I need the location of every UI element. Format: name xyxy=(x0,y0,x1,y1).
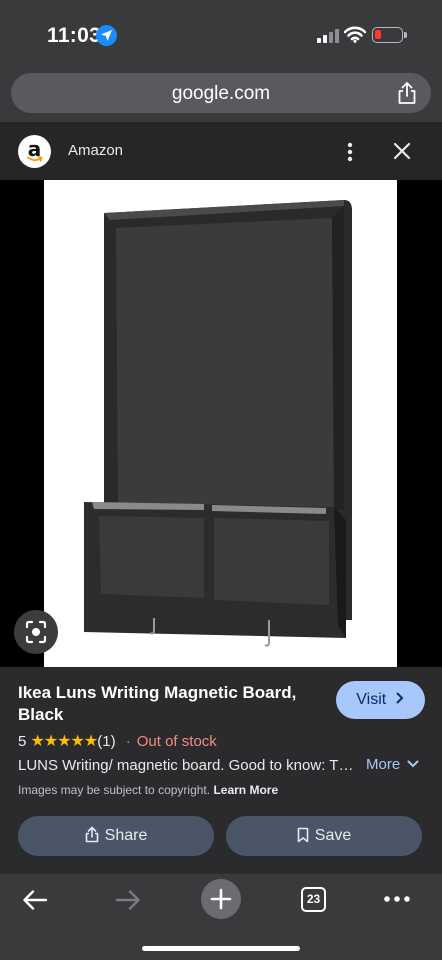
location-icon xyxy=(96,25,117,46)
product-image[interactable] xyxy=(44,180,397,667)
browser-toolbar: google.com xyxy=(0,66,442,122)
signal-icon xyxy=(317,29,339,43)
lens-button[interactable] xyxy=(14,610,58,654)
review-count: (1) xyxy=(97,733,116,750)
product-description: LUNS Writing/ magnetic board. Good to kn… xyxy=(18,757,360,774)
bookmark-icon xyxy=(297,827,309,843)
url-text: google.com xyxy=(171,83,271,104)
status-time: 11:03 xyxy=(47,24,102,47)
source-name[interactable]: Amazon xyxy=(68,142,123,159)
more-horiz-icon[interactable] xyxy=(383,895,411,903)
forward-arrow-icon[interactable] xyxy=(114,888,142,912)
source-header: a Amazon xyxy=(0,122,442,180)
new-tab-button[interactable] xyxy=(201,879,241,919)
visit-button[interactable]: Visit xyxy=(336,681,425,719)
more-vert-icon[interactable] xyxy=(346,142,354,162)
lens-icon xyxy=(25,620,47,644)
back-arrow-icon[interactable] xyxy=(21,888,49,912)
save-label: Save xyxy=(314,827,352,844)
address-bar[interactable]: google.com xyxy=(11,73,431,113)
share-icon xyxy=(85,826,98,843)
bottom-toolbar: 23 xyxy=(0,874,442,960)
learn-more-link[interactable]: Learn More xyxy=(213,783,278,797)
image-viewer xyxy=(0,180,442,667)
stock-status: Out of stock xyxy=(136,733,217,750)
separator: · xyxy=(125,733,131,750)
chevron-down-icon xyxy=(407,760,419,768)
copyright-text: Images may be subject to copyright. xyxy=(18,783,211,797)
share-label: Share xyxy=(104,827,148,844)
chevron-right-icon xyxy=(396,692,404,704)
visit-label: Visit xyxy=(356,691,387,708)
status-bar: 11:03 xyxy=(0,0,442,66)
share-icon[interactable] xyxy=(397,81,417,105)
share-button[interactable]: Share xyxy=(18,816,214,856)
wifi-icon xyxy=(344,26,366,43)
product-title[interactable]: Ikea Luns Writing Magnetic Board, Black xyxy=(18,682,318,726)
tab-switcher-button[interactable]: 23 xyxy=(301,887,326,912)
more-button[interactable]: More xyxy=(366,756,419,773)
star-rating-icon: ★★★★★ xyxy=(30,733,99,750)
battery-low-icon xyxy=(372,27,407,43)
product-info-panel: Ikea Luns Writing Magnetic Board, Black … xyxy=(0,667,442,874)
rating-value: 5 xyxy=(18,733,27,750)
rating-row: 5 ★★★★★(1) · Out of stock xyxy=(18,731,217,751)
plus-icon xyxy=(210,888,232,910)
save-button[interactable]: Save xyxy=(226,816,422,856)
home-indicator[interactable] xyxy=(142,946,300,951)
copyright-notice: Images may be subject to copyright. Lear… xyxy=(18,783,278,797)
amazon-logo: a xyxy=(18,135,51,168)
more-label: More xyxy=(366,756,401,773)
close-icon[interactable] xyxy=(393,142,411,160)
